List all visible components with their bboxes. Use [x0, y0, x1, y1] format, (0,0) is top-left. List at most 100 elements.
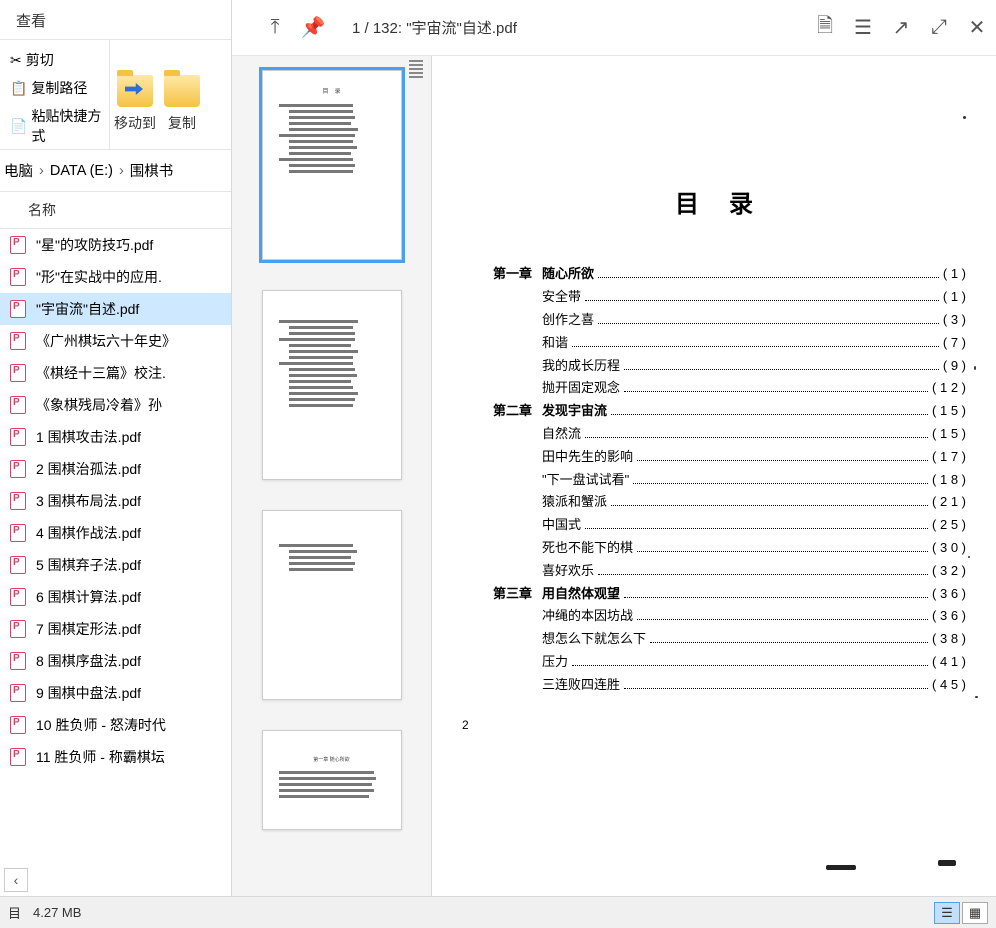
pdf-file-icon	[10, 716, 26, 734]
toc-item-title: 用自然体观望	[542, 584, 620, 605]
pin-icon: 📌	[301, 15, 326, 40]
toc-item-title: "下一盘试试看"	[542, 470, 629, 491]
thumbnail-page-3[interactable]	[262, 510, 402, 700]
page-number: 2	[462, 716, 966, 735]
pdf-file-icon	[10, 460, 26, 478]
toc-page-num: ( 1 8 )	[932, 470, 966, 491]
toc-page-num: ( 3 0 )	[932, 538, 966, 559]
file-row[interactable]: "宇宙流"自述.pdf	[0, 293, 231, 325]
file-row[interactable]: "形"在实战中的应用.	[0, 261, 231, 293]
toc-item-title: 我的成长历程	[542, 356, 620, 377]
grab-handle-icon[interactable]	[409, 60, 423, 78]
file-row[interactable]: 6 围棋计算法.pdf	[0, 581, 231, 613]
toc-entry: 中国式( 2 5 )	[462, 515, 966, 536]
toc-page-num: ( 3 )	[943, 310, 966, 331]
pdf-file-icon	[10, 684, 26, 702]
toc-item-title: 安全带	[542, 287, 581, 308]
file-row[interactable]: 《象棋残局冷着》孙	[0, 389, 231, 421]
outline-button[interactable]: ☰	[844, 9, 882, 47]
file-row[interactable]: "星"的攻防技巧.pdf	[0, 229, 231, 261]
toc-chapter: 第一章	[462, 264, 532, 285]
scroll-back-button[interactable]: ‹	[4, 868, 28, 892]
file-row[interactable]: 3 围棋布局法.pdf	[0, 485, 231, 517]
pdf-page-view[interactable]: 目录 第一章随心所欲( 1 )安全带( 1 )创作之喜( 3 )和谐( 7 )我…	[432, 56, 996, 896]
thumbnail-page-1[interactable]: 目 录	[262, 70, 402, 260]
cut-action[interactable]: ✂剪切	[4, 46, 109, 74]
toc-entry: 喜好欢乐( 3 2 )	[462, 561, 966, 582]
file-name: 《广州棋坛六十年史》	[36, 331, 176, 351]
toc-entry: 三连败四连胜 ( 4 5 )	[462, 675, 966, 696]
paste-shortcut-action[interactable]: 📄粘贴快捷方式	[4, 102, 109, 150]
thumbnail-page-2[interactable]	[262, 290, 402, 480]
toc-page-num: ( 1 2 )	[932, 378, 966, 399]
toc-page-num: ( 3 6 )	[932, 584, 966, 605]
breadcrumb-folder[interactable]: 围棋书	[130, 160, 174, 181]
toc-dots	[637, 551, 928, 552]
copy-to-button[interactable]: 复制	[160, 48, 204, 141]
thumbnail-strip[interactable]: 目 录 第一章 随心所欲	[232, 56, 432, 896]
pdf-file-icon	[10, 396, 26, 414]
file-row[interactable]: 7 围棋定形法.pdf	[0, 613, 231, 645]
file-row[interactable]: 10 胜负师 - 怒涛时代	[0, 709, 231, 741]
toc-page-num: ( 4 5 )	[932, 675, 966, 696]
pdf-file-icon	[10, 300, 26, 318]
close-button[interactable]: ✕	[958, 9, 996, 47]
toc-entry: 我的成长历程( 9 )	[462, 356, 966, 377]
toc-item-title: 猿派和蟹派	[542, 492, 607, 513]
new-page-button[interactable]: 🗎	[806, 9, 844, 47]
column-header-name[interactable]: 名称	[0, 192, 231, 229]
file-name: 11 胜负师 - 称霸棋坛	[36, 747, 165, 767]
toc-dots	[624, 391, 928, 392]
ribbon-actions: ✂剪切 📋复制路径 📄粘贴快捷方式 移动到 复制	[0, 40, 231, 150]
toc-entry: 第一章随心所欲( 1 )	[462, 264, 966, 285]
file-row[interactable]: 1 围棋攻击法.pdf	[0, 421, 231, 453]
fullscreen-button[interactable]: ⤢	[920, 9, 958, 47]
toc-dots	[624, 597, 928, 598]
file-name: 6 围棋计算法.pdf	[36, 587, 141, 607]
toc-page-num: ( 1 )	[943, 264, 966, 285]
pin-button[interactable]: 📌	[294, 9, 332, 47]
toc-dots	[585, 437, 928, 438]
toc-entry: 冲绳的本因坊战( 3 6 )	[462, 606, 966, 627]
toc-dots	[637, 619, 928, 620]
toc-dots	[624, 369, 939, 370]
breadcrumb-drive[interactable]: DATA (E:)	[50, 163, 113, 179]
file-name: 10 胜负师 - 怒涛时代	[36, 715, 166, 735]
share-button[interactable]: ↗	[882, 9, 920, 47]
pdf-toolbar: ⤒ 📌 1 / 132: "宇宙流"自述.pdf 🗎 ☰ ↗ ⤢ ✕	[232, 0, 996, 56]
toc-dots	[611, 414, 928, 415]
details-view-button[interactable]: ☰	[934, 902, 960, 924]
page-icon: 🗎	[817, 11, 833, 45]
scroll-top-icon: ⤒	[271, 16, 280, 39]
status-bar: 目 4.27 MB ☰ ▦	[0, 896, 996, 928]
grid-icon: ▦	[969, 905, 981, 921]
move-to-button[interactable]: 移动到	[110, 48, 160, 141]
icons-view-button[interactable]: ▦	[962, 902, 988, 924]
file-row[interactable]: 5 围棋弃子法.pdf	[0, 549, 231, 581]
file-row[interactable]: 9 围棋中盘法.pdf	[0, 677, 231, 709]
pdf-file-icon	[10, 332, 26, 350]
breadcrumb-pc[interactable]: 电脑	[4, 160, 33, 181]
file-row[interactable]: 4 围棋作战法.pdf	[0, 517, 231, 549]
status-label: 目	[8, 903, 21, 922]
thumbnail-page-4[interactable]: 第一章 随心所欲	[262, 730, 402, 830]
toc-entry: 想怎么下就怎么下( 3 8 )	[462, 629, 966, 650]
chevron-left-icon: ‹	[14, 872, 19, 888]
toc-page-num: ( 4 1 )	[932, 652, 966, 673]
file-row[interactable]: 11 胜负师 - 称霸棋坛	[0, 741, 231, 773]
toc-item-title: 压力	[542, 652, 568, 673]
toc-item-title: 三连败四连胜	[542, 675, 620, 696]
file-row[interactable]: 2 围棋治孤法.pdf	[0, 453, 231, 485]
view-menu[interactable]: 查看	[0, 0, 231, 40]
folder-copy-icon	[164, 75, 200, 107]
breadcrumb[interactable]: 电脑 › DATA (E:) › 围棋书	[0, 150, 231, 192]
toc-entry: 创作之喜( 3 )	[462, 310, 966, 331]
copy-path-action[interactable]: 📋复制路径	[4, 74, 109, 102]
toc-dots	[624, 688, 928, 689]
file-name: "星"的攻防技巧.pdf	[36, 235, 153, 255]
scroll-top-button[interactable]: ⤒	[256, 9, 294, 47]
file-row[interactable]: 8 围棋序盘法.pdf	[0, 645, 231, 677]
toc-dots	[650, 642, 928, 643]
file-row[interactable]: 《棋经十三篇》校注.	[0, 357, 231, 389]
file-row[interactable]: 《广州棋坛六十年史》	[0, 325, 231, 357]
